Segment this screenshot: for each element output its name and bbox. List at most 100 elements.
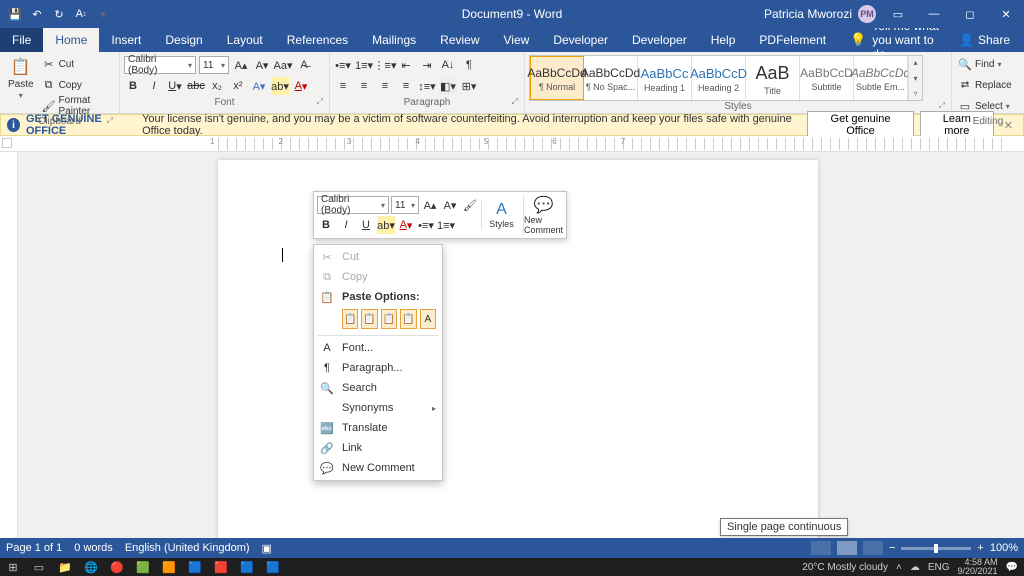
mini-numbering-icon[interactable]: 1≡▾	[437, 216, 455, 234]
language-indicator[interactable]: English (United Kingdom)	[125, 542, 250, 554]
mini-bullets-icon[interactable]: •≡▾	[417, 216, 435, 234]
tell-me-search[interactable]: 💡 Tell me what you want to do	[850, 28, 945, 52]
mini-size-select[interactable]: 11▾	[391, 196, 419, 214]
tab-insert[interactable]: Insert	[99, 28, 153, 52]
tab-design[interactable]: Design	[153, 28, 214, 52]
maximize-icon[interactable]: ◻	[952, 0, 988, 28]
mini-grow-font-icon[interactable]: A▴	[421, 196, 439, 214]
grow-font-icon[interactable]: A▴	[232, 56, 250, 74]
explorer-icon[interactable]: 📁	[52, 558, 78, 576]
zoom-in-icon[interactable]: +	[977, 542, 983, 554]
tab-developer[interactable]: Developer	[541, 28, 620, 52]
bullets-icon[interactable]: •≡▾	[334, 56, 352, 74]
increase-indent-icon[interactable]: ⇥	[418, 56, 436, 74]
replace-button[interactable]: ⮂Replace	[956, 75, 1014, 95]
decrease-indent-icon[interactable]: ⇤	[397, 56, 415, 74]
menu-copy[interactable]: ⧉Copy	[314, 267, 442, 287]
line-spacing-icon[interactable]: ↕≡▾	[418, 77, 436, 95]
underline-icon[interactable]: U▾	[166, 77, 184, 95]
tab-home[interactable]: Home	[43, 28, 99, 52]
shading-icon[interactable]: ◧▾	[439, 77, 457, 95]
paste-picture-icon[interactable]: 📋	[381, 309, 397, 329]
mini-new-comment-button[interactable]: 💬New Comment	[523, 195, 563, 235]
zoom-level[interactable]: 100%	[990, 542, 1018, 554]
dialog-launcher-icon[interactable]: ⤢	[512, 97, 518, 107]
mini-underline-icon[interactable]: U	[357, 216, 375, 234]
undo-icon[interactable]: ↶	[30, 7, 44, 21]
close-icon[interactable]: ✕	[988, 0, 1024, 28]
styles-scroll[interactable]: ▴▾▿	[908, 56, 922, 100]
vertical-ruler[interactable]	[0, 152, 18, 538]
style-subtitle[interactable]: AaBbCcDSubtitle	[800, 56, 854, 100]
tab-file[interactable]: File	[0, 28, 43, 52]
subscript-icon[interactable]: x₂	[208, 77, 226, 95]
bold-icon[interactable]: B	[124, 77, 142, 95]
user-area[interactable]: Patricia Mworozi PM	[764, 5, 880, 23]
minimize-icon[interactable]: ―	[916, 0, 952, 28]
strikethrough-icon[interactable]: abc	[187, 77, 205, 95]
weather-widget[interactable]: 20°C Mostly cloudy	[802, 562, 888, 573]
tab-references[interactable]: References	[275, 28, 360, 52]
cut-button[interactable]: ✂Cut	[40, 54, 115, 74]
tab-layout[interactable]: Layout	[215, 28, 275, 52]
tray-chevron-icon[interactable]: ˄	[896, 562, 902, 573]
tab-pdfelement[interactable]: PDFelement	[747, 28, 838, 52]
find-button[interactable]: 🔍Find▾	[956, 54, 1014, 74]
ruler-corner[interactable]	[2, 138, 12, 148]
align-right-icon[interactable]: ≡	[376, 77, 394, 95]
zoom-slider[interactable]	[901, 547, 971, 550]
copy-button[interactable]: ⧉Copy	[40, 75, 115, 95]
mini-font-color-icon[interactable]: A▾	[397, 216, 415, 234]
start-icon[interactable]: ⊞	[0, 558, 26, 576]
font-color-icon[interactable]: A▾	[292, 77, 310, 95]
save-icon[interactable]: 💾	[8, 7, 22, 21]
paste-merge-icon[interactable]: 📋	[361, 309, 377, 329]
dialog-launcher-icon[interactable]: ⤢	[939, 101, 945, 111]
mini-italic-icon[interactable]: I	[337, 216, 355, 234]
tab-developer-2[interactable]: Developer	[620, 28, 699, 52]
touch-mode-icon[interactable]: A↕	[74, 7, 88, 21]
paste-keep-source-icon[interactable]: 📋	[342, 309, 358, 329]
clear-formatting-icon[interactable]: A̶	[295, 56, 313, 74]
show-marks-icon[interactable]: ¶	[460, 56, 478, 74]
menu-font[interactable]: AFont...	[314, 338, 442, 358]
style-no-spacing[interactable]: AaBbCcDd¶ No Spac...	[584, 56, 638, 100]
style-normal[interactable]: AaBbCcDd¶ Normal	[530, 56, 584, 100]
language-indicator[interactable]: ENG	[928, 562, 950, 573]
read-mode-icon[interactable]	[811, 541, 831, 555]
menu-new-comment[interactable]: 💬New Comment	[314, 458, 442, 478]
web-layout-icon[interactable]	[863, 541, 883, 555]
zoom-out-icon[interactable]: −	[889, 542, 895, 554]
word-icon[interactable]: 🟦	[234, 558, 260, 576]
dialog-launcher-icon[interactable]: ⤢	[107, 116, 113, 126]
mini-shrink-font-icon[interactable]: A▾	[441, 196, 459, 214]
ribbon-display-icon[interactable]: ▭	[880, 0, 916, 28]
font-size-select[interactable]: 11▾	[199, 56, 229, 74]
app-icon[interactable]: 🟧	[156, 558, 182, 576]
task-view-icon[interactable]: ▭	[26, 558, 52, 576]
menu-synonyms[interactable]: Synonyms▸	[314, 398, 442, 418]
horizontal-ruler[interactable]: 1 2 3 4 5 6 7	[0, 136, 1024, 152]
macro-recorder-icon[interactable]: ▣	[262, 542, 272, 555]
align-center-icon[interactable]: ≡	[355, 77, 373, 95]
change-case-icon[interactable]: Aa▾	[274, 56, 292, 74]
menu-cut[interactable]: ✂Cut	[314, 247, 442, 267]
menu-paragraph[interactable]: ¶Paragraph...	[314, 358, 442, 378]
redo-icon[interactable]: ↻	[52, 7, 66, 21]
tab-help[interactable]: Help	[699, 28, 748, 52]
multilevel-icon[interactable]: ⋮≡▾	[376, 56, 394, 74]
paste-default-icon[interactable]: A	[420, 309, 436, 329]
tab-view[interactable]: View	[492, 28, 542, 52]
paste-button[interactable]: 📋 Paste ▾	[4, 54, 38, 102]
paste-text-only-icon[interactable]: 📋	[400, 309, 416, 329]
app2-icon[interactable]: 🟦	[182, 558, 208, 576]
highlight-icon[interactable]: ab▾	[271, 77, 289, 95]
print-layout-icon[interactable]	[837, 541, 857, 555]
mini-bold-icon[interactable]: B	[317, 216, 335, 234]
styles-gallery[interactable]: AaBbCcDd¶ Normal AaBbCcDd¶ No Spac... Aa…	[529, 55, 923, 101]
text-effects-icon[interactable]: A▾	[250, 77, 268, 95]
italic-icon[interactable]: I	[145, 77, 163, 95]
font-name-select[interactable]: Calibri (Body)▾	[124, 56, 196, 74]
get-genuine-button[interactable]: Get genuine Office	[807, 111, 914, 139]
style-heading2[interactable]: AaBbCcDHeading 2	[692, 56, 746, 100]
